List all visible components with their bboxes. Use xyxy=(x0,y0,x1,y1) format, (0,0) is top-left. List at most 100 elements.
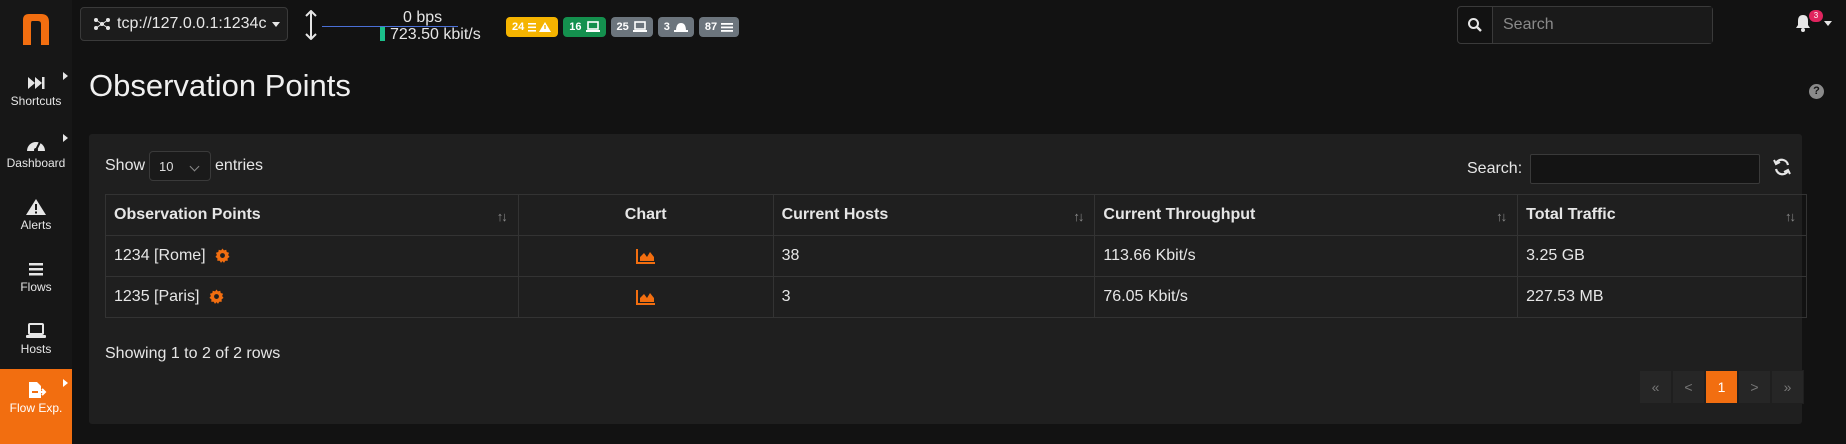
sidebar-item-shortcuts[interactable]: Shortcuts xyxy=(0,62,72,124)
observation-points-card: Show 10 entries Search: Observation Poin… xyxy=(89,134,1807,424)
search-input[interactable] xyxy=(1493,7,1712,43)
sidebar-item-flow-exporters[interactable]: Flow Exp. xyxy=(0,369,72,444)
chart-cell xyxy=(517,276,774,318)
area-chart-icon[interactable] xyxy=(635,248,656,264)
table-search: Search: xyxy=(1467,154,1761,184)
column-header-observation-points[interactable]: Observation Points ↑↓ xyxy=(105,194,519,236)
throughput-bar xyxy=(380,27,385,41)
caret-down-icon xyxy=(1824,21,1832,26)
caret-down-icon xyxy=(272,21,281,27)
column-header-label: Current Throughput xyxy=(1103,206,1256,223)
table-row: 1234 [Rome] 38 113.66 Kbit/s 3.25 GB xyxy=(105,235,1807,277)
devices-badge[interactable]: 3 xyxy=(657,17,694,37)
entries-per-page-value: 10 xyxy=(159,158,174,174)
observation-point-name[interactable]: 1235 [Paris] xyxy=(114,288,199,305)
column-header-current-hosts[interactable]: Current Hosts ↑↓ xyxy=(772,194,1096,236)
entries-per-page-select[interactable]: 10 xyxy=(149,151,212,181)
chevron-right-icon xyxy=(63,134,68,142)
pagination: « < 1 > » xyxy=(1639,370,1804,404)
badge-count: 87 xyxy=(704,21,718,33)
next-page-button[interactable]: > xyxy=(1738,370,1771,404)
table-search-input[interactable] xyxy=(1530,154,1761,184)
entries-length-control: Show 10 entries xyxy=(105,151,263,181)
total-traffic-cell: 227.53 MB xyxy=(1517,276,1807,318)
chevron-right-icon xyxy=(63,379,68,387)
status-badges: 24 16 25 3 87 xyxy=(506,17,740,37)
table-row: 1235 [Paris] 3 76.05 Kbit/s 227.53 MB xyxy=(105,276,1807,318)
logo-icon xyxy=(23,14,49,45)
sidebar-item-label: Shortcuts xyxy=(10,94,62,108)
up-down-arrow-icon xyxy=(305,10,317,40)
badge-count: 25 xyxy=(616,21,629,33)
search-icon xyxy=(1468,18,1482,32)
sidebar-item-label: Dashboard xyxy=(6,156,66,170)
throughput-upload: 0 bps xyxy=(403,9,443,26)
column-header-label: Observation Points xyxy=(114,206,261,223)
gauge-icon xyxy=(27,141,45,152)
sidebar-item-dashboard[interactable]: Dashboard xyxy=(0,124,72,186)
laptop-icon xyxy=(26,323,46,338)
hat-icon xyxy=(673,23,688,32)
interface-dropdown[interactable]: tcp://127.0.0.1:1234c xyxy=(80,7,288,41)
network-icon xyxy=(94,18,110,30)
gear-icon[interactable] xyxy=(215,248,230,264)
chevron-down-icon xyxy=(189,161,200,172)
page-title: Observation Points xyxy=(89,68,351,103)
list-warning-icon xyxy=(528,22,552,32)
search-button[interactable] xyxy=(1458,7,1493,43)
area-chart-icon[interactable] xyxy=(635,289,656,305)
warning-icon xyxy=(26,199,46,215)
sort-icon: ↑↓ xyxy=(1496,209,1507,224)
previous-page-button[interactable]: < xyxy=(1672,370,1705,404)
table-info: Showing 1 to 2 of 2 rows xyxy=(105,345,281,362)
alerts-badge[interactable]: 24 xyxy=(506,17,559,37)
show-label: Show xyxy=(105,157,146,174)
sidebar-item-hosts[interactable]: Hosts xyxy=(0,310,72,372)
table-search-label: Search: xyxy=(1467,160,1523,177)
last-page-button[interactable]: » xyxy=(1771,370,1804,404)
throughput-readout: 0 bps 723.50 kbit/s xyxy=(390,9,481,43)
sort-icon: ↑↓ xyxy=(496,209,508,224)
sidebar-item-label: Flows xyxy=(20,280,52,294)
page-1-button[interactable]: 1 xyxy=(1705,370,1738,404)
help-icon[interactable]: ? xyxy=(1809,84,1824,99)
column-header-label: Current Hosts xyxy=(781,206,889,223)
fast-forward-icon xyxy=(28,77,45,89)
column-header-total-traffic[interactable]: Total Traffic ↑↓ xyxy=(1517,194,1807,236)
total-traffic-cell: 3.25 GB xyxy=(1517,235,1807,277)
current-throughput-cell: 113.66 Kbit/s xyxy=(1094,235,1519,277)
entries-label: entries xyxy=(215,157,264,174)
remote-hosts-badge[interactable]: 25 xyxy=(610,17,653,37)
chevron-right-icon xyxy=(63,72,68,80)
sidebar: Shortcuts Dashboard Alerts Flows Hosts F… xyxy=(0,0,72,444)
column-header-current-throughput[interactable]: Current Throughput ↑↓ xyxy=(1094,194,1519,236)
file-export-icon xyxy=(29,382,47,398)
sort-icon: ↑↓ xyxy=(1073,209,1084,224)
laptop-icon xyxy=(632,21,647,32)
observation-point-cell: 1235 [Paris] xyxy=(105,276,519,318)
observation-point-cell: 1234 [Rome] xyxy=(105,235,519,277)
badge-count: 16 xyxy=(569,21,582,33)
flows-badge[interactable]: 87 xyxy=(698,17,740,37)
bars-icon xyxy=(29,263,43,276)
column-header-label: Total Traffic xyxy=(1526,206,1616,223)
sidebar-item-label: Flow Exp. xyxy=(9,401,63,415)
local-hosts-badge[interactable]: 16 xyxy=(563,17,606,37)
badge-count: 24 xyxy=(512,21,525,33)
chart-cell xyxy=(517,235,774,277)
top-navbar: tcp://127.0.0.1:1234c 0 bps 723.50 kbit/… xyxy=(72,0,1846,52)
sidebar-item-label: Hosts xyxy=(20,342,52,356)
current-throughput-cell: 76.05 Kbit/s xyxy=(1094,276,1519,318)
sidebar-item-alerts[interactable]: Alerts xyxy=(0,186,72,248)
refresh-icon[interactable] xyxy=(1773,158,1791,176)
throughput-download: 723.50 kbit/s xyxy=(390,26,481,43)
first-page-button[interactable]: « xyxy=(1639,370,1672,404)
observation-point-name[interactable]: 1234 [Rome] xyxy=(114,247,206,264)
sidebar-item-flows[interactable]: Flows xyxy=(0,248,72,310)
column-header-label: Chart xyxy=(624,206,667,223)
bars-icon xyxy=(721,23,734,32)
column-header-chart: Chart xyxy=(517,194,774,236)
current-hosts-cell: 38 xyxy=(772,235,1096,277)
ntopng-logo[interactable] xyxy=(20,8,52,48)
gear-icon[interactable] xyxy=(209,289,224,305)
